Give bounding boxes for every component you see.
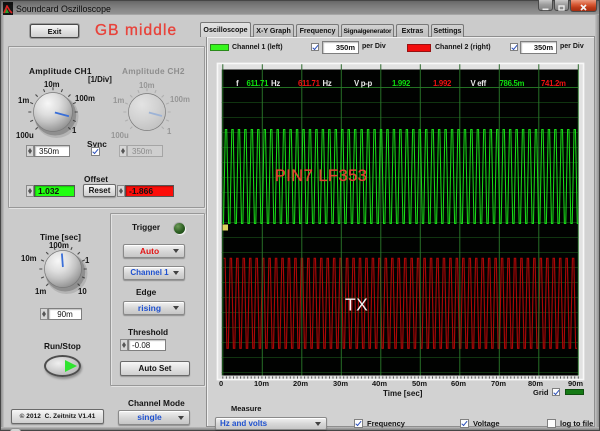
svg-text:786.5m: 786.5m [500,79,525,88]
svg-text:V p-p: V p-p [354,79,373,88]
svg-text:Hz: Hz [271,79,280,88]
svg-text:Hz: Hz [323,79,332,88]
svg-text:TX: TX [345,295,368,315]
svg-text:V eff: V eff [471,79,487,88]
svg-text:1.992: 1.992 [433,79,452,88]
svg-text:611.71: 611.71 [298,79,321,88]
svg-text:1.992: 1.992 [392,79,411,88]
svg-text:611.71: 611.71 [247,79,270,88]
svg-text:PIN7 LF353: PIN7 LF353 [275,167,368,185]
svg-text:741.2m: 741.2m [541,79,566,88]
